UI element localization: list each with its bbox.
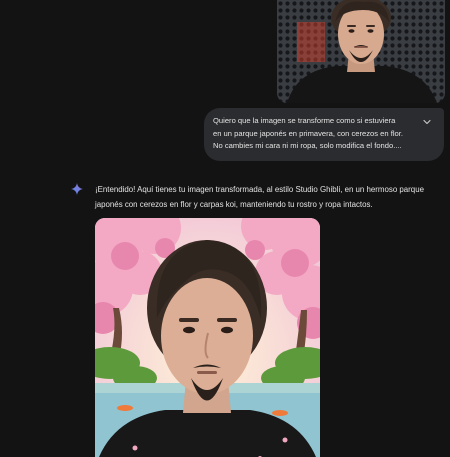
response-line: japonés con cerezos en flor y carpas koi…: [95, 200, 373, 209]
response-line: ¡Entendido! Aquí tienes tu imagen transf…: [95, 185, 424, 194]
prompt-line: Quiero que la imagen se transforme como …: [213, 116, 396, 125]
prompt-line: No cambies mi cara ni mi ropa, solo modi…: [213, 141, 402, 150]
chevron-down-icon[interactable]: [422, 117, 432, 127]
generated-image[interactable]: [95, 218, 320, 457]
user-prompt-bubble: Quiero que la imagen se transforme como …: [204, 108, 444, 161]
gemini-sparkle-icon: [71, 182, 83, 195]
user-photo-illustration: [277, 0, 445, 103]
chat-page: Quiero que la imagen se transforme como …: [0, 0, 450, 457]
generated-image-illustration: [95, 218, 320, 457]
model-response-text: ¡Entendido! Aquí tienes tu imagen transf…: [95, 182, 440, 212]
user-uploaded-photo[interactable]: [277, 0, 445, 103]
prompt-line: en un parque japonés en primavera, con c…: [213, 128, 403, 138]
